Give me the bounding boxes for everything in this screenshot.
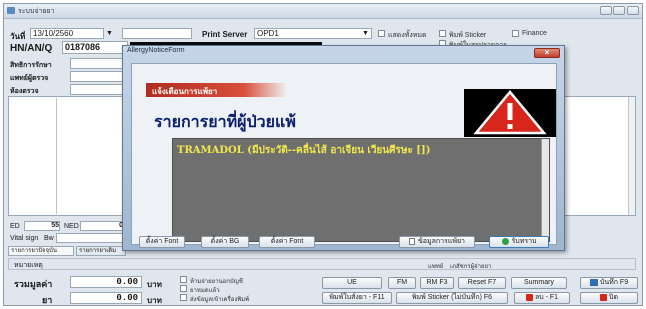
tab-current-drugs[interactable]: รายการยาปัจจุบัน xyxy=(8,246,74,256)
print-rx-f11-button[interactable]: พิมพ์ใบสั่งยา - F11 xyxy=(322,292,392,304)
close-button[interactable]: ปิด xyxy=(580,292,638,304)
ned-label: NED xyxy=(64,223,79,230)
dialog-header-bar: แจ้งเตือนการแพ้ยา xyxy=(146,83,286,97)
blank-field-1[interactable] xyxy=(122,28,192,39)
minimize-button[interactable] xyxy=(600,6,612,15)
allergy-info-label: ข้อมูลการแพ้ยา xyxy=(418,238,465,245)
save-icon xyxy=(589,278,598,286)
close-label: ปิด xyxy=(609,294,618,301)
total-label: รวมมูลค่า xyxy=(14,279,53,289)
dialog-title: AllergyNoticeForm xyxy=(127,47,185,54)
allergy-dialog: AllergyNoticeForm × แจ้งเตือนการแพ้ยา รา… xyxy=(122,45,565,251)
save-f9-button[interactable]: บันทึก F9 xyxy=(580,277,638,289)
dialog-heading: รายการยาที่ผู้ป่วยแพ้ xyxy=(154,112,296,131)
right-field[interactable] xyxy=(70,58,126,69)
ed-field: 55 xyxy=(24,221,60,231)
right-label: สิทธิการรักษา xyxy=(10,62,52,69)
doctor-label: แพทย์ผู้ตรวจ xyxy=(10,75,49,82)
pharmacist-value: เภสัชกรผู้จ่ายยา xyxy=(450,264,492,270)
clinic-field[interactable] xyxy=(70,84,126,95)
save-f9-label: บันทึก F9 xyxy=(599,279,629,286)
summary-checkbox-3[interactable] xyxy=(180,294,187,301)
maximize-button[interactable] xyxy=(613,6,625,15)
dialog-header-text: แจ้งเตือนการแพ้ยา xyxy=(152,87,218,96)
summary-checkbox-1[interactable] xyxy=(180,276,187,283)
window-title: ระบบจ่ายยา xyxy=(18,8,55,15)
total-unit: บาท xyxy=(147,280,162,289)
pay-label: ยา xyxy=(42,295,53,305)
finance-label: Finance xyxy=(522,30,547,37)
note-field[interactable] xyxy=(8,258,636,270)
allergy-drug-text: TRAMADOL (มีประวัติ--คลื่นไส้ อาเจียน เว… xyxy=(177,145,431,156)
date-field[interactable]: 13/10/2560 xyxy=(30,28,104,39)
print-server-label: Print Server xyxy=(202,30,248,39)
print-all-checkbox[interactable] xyxy=(378,30,385,37)
pharmacist-label: แพทย์ xyxy=(428,264,444,270)
ue-button[interactable]: UE xyxy=(322,277,382,289)
app-icon xyxy=(7,7,15,14)
reset-f7-button[interactable]: Reset F7 xyxy=(458,277,506,289)
tab-current-drugs-label: รายการยาปัจจุบัน xyxy=(11,248,57,254)
rm-f3-button[interactable]: RM F3 xyxy=(420,277,454,289)
chevron-down-icon[interactable]: ▼ xyxy=(362,30,369,37)
drug-list-scrollbar[interactable] xyxy=(541,139,549,241)
pay-field: 0.00 xyxy=(70,292,142,304)
ed-label: ED xyxy=(10,223,20,230)
check-circle-icon xyxy=(501,237,509,245)
title-bar: ระบบจ่ายยา xyxy=(4,4,642,19)
dialog-close-button[interactable]: × xyxy=(534,48,560,58)
print-all-label: แสดงทั้งหมด xyxy=(388,32,427,39)
total-field: 0.00 xyxy=(70,276,142,288)
set-bg-button[interactable]: ตั้งค่า BG xyxy=(201,236,249,248)
set-font-button[interactable]: ตั้งค่า Font xyxy=(139,236,185,248)
date-label: วันที่ xyxy=(10,32,26,41)
document-icon xyxy=(409,237,415,245)
doctor-field[interactable] xyxy=(70,71,126,82)
hn-field[interactable]: 0187086 xyxy=(62,41,128,54)
chevron-down-icon[interactable]: ▼ xyxy=(106,30,113,37)
summary-checkbox-3-label: ส่งข้อมูลเข้าเครื่องพิมพ์ xyxy=(190,297,250,303)
list-scrollbar[interactable] xyxy=(628,97,635,215)
acknowledge-button[interactable]: รับทราบ xyxy=(489,236,549,248)
finance-checkbox[interactable] xyxy=(512,30,519,37)
warning-triangle-icon xyxy=(464,89,556,137)
left-subpanel xyxy=(10,98,57,214)
print-sticker-f6-button[interactable]: พิมพ์ Sticker (ไม่บันทึก) F6 xyxy=(396,292,508,304)
tab-old-drugs-label: รายการยาเดิม xyxy=(79,248,117,254)
ned-field: 0 xyxy=(80,221,124,231)
allergy-drug-list[interactable]: TRAMADOL (มีประวัติ--คลื่นไส้ อาเจียน เว… xyxy=(172,138,550,242)
close-window-button[interactable] xyxy=(627,6,639,15)
summary-button[interactable]: Summary xyxy=(511,277,567,289)
print-sticker-checkbox[interactable] xyxy=(439,30,446,37)
print-server-select[interactable]: OPD1 xyxy=(254,28,372,39)
tab-old-drugs[interactable]: รายการยาเดิม xyxy=(76,246,126,256)
delete-f1-label: ลบ - F1 xyxy=(534,294,559,301)
set-font-2-button[interactable]: ตั้งค่า Font xyxy=(259,236,315,248)
hn-label: HN/AN/Q xyxy=(10,43,53,54)
close-icon xyxy=(600,293,607,301)
delete-f1-button[interactable]: ลบ - F1 xyxy=(514,292,570,304)
bw-label: Bw xyxy=(44,235,54,242)
bw-field[interactable] xyxy=(56,233,124,243)
acknowledge-label: รับทราบ xyxy=(511,238,537,245)
summary-checkbox-2[interactable] xyxy=(180,285,187,292)
allergy-info-button[interactable]: ข้อมูลการแพ้ยา xyxy=(399,236,475,248)
delete-icon xyxy=(525,293,533,301)
fm-button[interactable]: FM xyxy=(388,277,416,289)
pay-unit: บาท xyxy=(147,296,162,305)
vital-sign-label: Vital sign xyxy=(10,235,39,242)
dialog-body: แจ้งเตือนการแพ้ยา รายการยาที่ผู้ป่วยแพ้ … xyxy=(131,63,557,245)
